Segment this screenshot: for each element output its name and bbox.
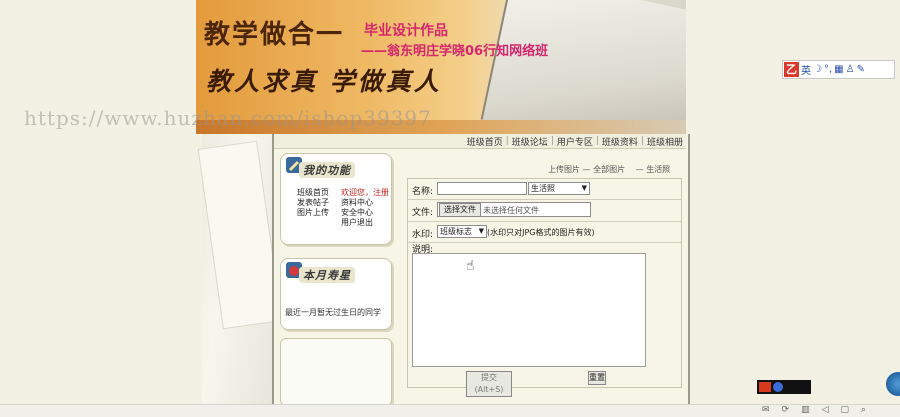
banner-subtitle2: ——翁东明庄学晓06行知网络班 [361, 44, 549, 59]
file-row: 文件: 选择文件 未选择任何文件 [408, 199, 681, 222]
link-post-thread[interactable]: 发表帖子 [297, 198, 329, 208]
watermark-selected: 班级标志 [440, 227, 472, 236]
nav-user-zone[interactable]: 用户专区 [554, 135, 596, 148]
watermark-select[interactable]: 班级标志 ▼ [437, 225, 487, 238]
upload-form: 名称: 生活照 ▼ 文件: 选择文件 未选择任何文件 水印: 班级标志 ▼ (水… [407, 178, 682, 397]
moon-icon[interactable]: ☽ [813, 64, 822, 75]
link-resource-center[interactable]: 资料中心 [341, 198, 389, 208]
banner-calligraphy-line1: 教学做合一 [204, 20, 345, 50]
birthday-panel-title: 本月寿星 [299, 267, 355, 283]
watermark-row: 水印: 班级标志 ▼ (水印只对JPG格式的图片有效) [408, 221, 681, 243]
banner-paper-decoration [480, 0, 686, 134]
crumb-upload[interactable]: 上传图片 [548, 165, 580, 174]
category-selected: 生活照 [531, 184, 555, 193]
dropdown-arrow-icon: ▼ [478, 227, 484, 235]
name-label: 名称: [412, 187, 434, 197]
keyboard-icon[interactable]: ▦ [834, 64, 843, 75]
breadcrumb: 上传图片 — 全部图片 — 生活照 [548, 164, 670, 175]
status-icons[interactable]: ✉⟳▥◁▢⌕ [762, 405, 878, 415]
top-nav: 班级首页 | 班级论坛 | 用户专区 | 班级资料 | 班级相册 [274, 134, 686, 149]
help-icon[interactable] [773, 382, 783, 392]
birthday-message: 最近一月暂无过生日的同学 [285, 308, 381, 317]
link-class-home[interactable]: 班级首页 [297, 188, 329, 198]
category-select[interactable]: 生活照 ▼ [528, 182, 590, 195]
birthday-panel: 本月寿星 最近一月暂无过生日的同学 [280, 258, 392, 330]
dropdown-arrow-icon: ▼ [581, 184, 587, 192]
nav-resources[interactable]: 班级资料 [599, 135, 641, 148]
punctuation-icon[interactable]: °, [824, 64, 832, 75]
description-textarea[interactable] [412, 253, 646, 367]
link-upload-image[interactable]: 图片上传 [297, 208, 329, 218]
link-security-center[interactable]: 安全中心 [341, 208, 389, 218]
nav-album[interactable]: 班级相册 [644, 135, 686, 148]
ime-toolbar[interactable]: 乙 英 ☽ °, ▦ ♙ ✎ [782, 60, 895, 79]
watermark-label: 水印: [412, 230, 434, 240]
user-panel-title: 我的功能 [299, 162, 355, 178]
crumb-all[interactable]: 全部图片 [593, 165, 625, 174]
watermark-url: https://www.huzhan.com/ishop39397 [24, 106, 432, 130]
submit-button[interactable]: 提交(Alt+S) [466, 371, 512, 397]
ime-small-icon[interactable] [759, 382, 771, 392]
file-status: 未选择任何文件 [483, 206, 539, 215]
banner-subtitle1: 毕业设计作品 [364, 23, 448, 39]
nav-forum[interactable]: 班级论坛 [509, 135, 551, 148]
globe-icon[interactable] [886, 372, 900, 396]
link-welcome-register[interactable]: 欢迎您，注册 [341, 188, 389, 198]
choose-file-button[interactable]: 选择文件 [439, 203, 481, 217]
left-paper-decoration [197, 134, 283, 404]
crumb-sep: — [627, 165, 647, 174]
nav-home[interactable]: 班级首页 [464, 135, 506, 148]
floating-toolbar[interactable] [757, 380, 811, 394]
ime-logo-icon[interactable]: 乙 [784, 62, 799, 77]
wrench-icon[interactable]: ✎ [857, 64, 865, 75]
name-input[interactable] [437, 182, 527, 195]
user-icon[interactable]: ♙ [846, 64, 855, 75]
name-row: 名称: 生活照 ▼ [408, 179, 681, 200]
file-label: 文件: [412, 208, 434, 218]
hand-cursor-icon: ☝ [466, 258, 475, 274]
user-function-panel: 我的功能 班级首页 发表帖子 图片上传 欢迎您，注册 资料中心 安全中心 用户退… [280, 153, 392, 245]
reset-button[interactable]: 重置 [588, 371, 606, 385]
link-logout[interactable]: 用户退出 [341, 218, 389, 228]
empty-panel [280, 338, 392, 406]
user-links-right: 欢迎您，注册 资料中心 安全中心 用户退出 [341, 188, 389, 228]
crumb-life[interactable]: 生活照 [646, 165, 670, 174]
crumb-sep: — [582, 165, 594, 174]
watermark-note: (水印只对JPG格式的图片有效) [487, 228, 595, 237]
user-links-left: 班级首页 发表帖子 图片上传 [297, 188, 329, 218]
ime-language-label[interactable]: 英 [801, 62, 811, 77]
banner-calligraphy-line2: 教人求真 学做真人 [206, 67, 442, 96]
paper-sheet [197, 140, 283, 330]
